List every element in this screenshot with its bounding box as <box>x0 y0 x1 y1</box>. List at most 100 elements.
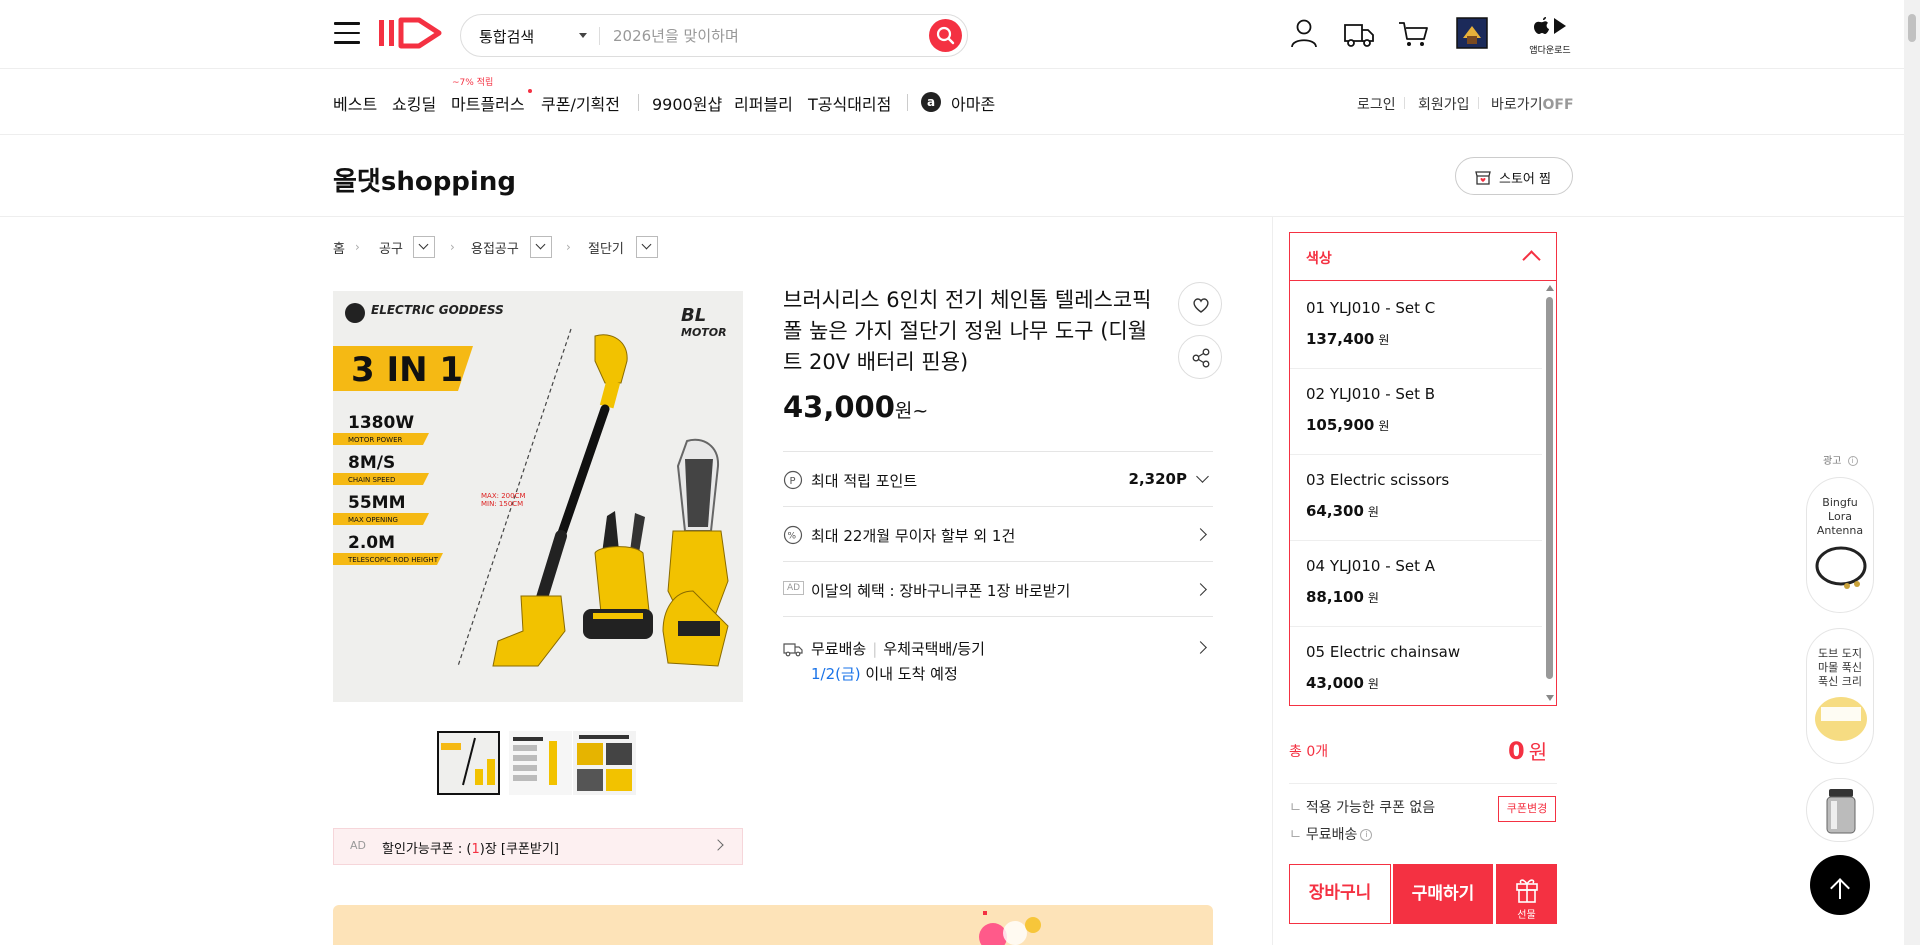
divider <box>1404 97 1405 109</box>
search-button[interactable] <box>929 19 962 52</box>
thumbnail-3[interactable] <box>573 731 636 795</box>
login-link[interactable]: 로그인 <box>1357 94 1396 114</box>
breadcrumb-tools[interactable]: 공구 <box>379 238 403 257</box>
search-input[interactable] <box>613 23 913 49</box>
nav-t-official[interactable]: T공식대리점 <box>808 91 891 115</box>
option-selector: 색상 01 YLJ010 - Set C 137,400 원 02 YLJ010 … <box>1289 232 1557 706</box>
option-scrollbar[interactable] <box>1546 285 1554 701</box>
benefit-row[interactable]: AD 이달의 혜택 : 장바구니쿠폰 1장 바로받기 <box>783 561 1213 616</box>
option-item[interactable]: 01 YLJ010 - Set C 137,400 원 <box>1290 283 1542 369</box>
share-button[interactable] <box>1178 335 1222 379</box>
signup-link[interactable]: 회원가입 <box>1418 94 1470 114</box>
spec-label: TELESCOPIC ROD HEIGHT <box>347 556 439 564</box>
app-download-button[interactable]: 앱다운로드 <box>1526 16 1574 56</box>
thumbnail-image <box>509 731 572 795</box>
option-name: 01 YLJ010 - Set C <box>1306 299 1436 317</box>
info-icon[interactable]: i <box>1847 456 1858 466</box>
shortcut-toggle[interactable]: 바로가기OFF <box>1491 94 1574 114</box>
search-category-select[interactable]: 통합검색 <box>479 26 534 47</box>
coupon-status: ㄴ 적용 가능한 쿠폰 없음 <box>1289 800 1436 816</box>
nav-shocking-deal[interactable]: 쇼킹딜 <box>392 91 436 115</box>
thumbnail-1[interactable] <box>437 731 500 795</box>
cart-icon[interactable] <box>1397 16 1431 50</box>
price-unit: 원~ <box>894 400 929 422</box>
points-row[interactable]: P 최대 적립 포인트 2,320P <box>783 451 1213 506</box>
nav-best[interactable]: 베스트 <box>333 91 377 115</box>
product-price: 43,000원~ <box>783 390 928 424</box>
menu-icon[interactable] <box>334 22 360 44</box>
brand-text: ELECTRIC GODDESS <box>371 303 504 317</box>
option-item[interactable]: 05 Electric chainsaw 43,000 원 <box>1290 627 1542 713</box>
option-item[interactable]: 03 Electric scissors 64,300 원 <box>1290 455 1542 541</box>
thumbnail-2[interactable] <box>509 731 572 795</box>
scrollbar-thumb[interactable] <box>1546 297 1553 679</box>
buy-now-button[interactable]: 구매하기 <box>1393 864 1493 924</box>
scroll-to-top-button[interactable] <box>1810 855 1870 915</box>
ad-badge: AD <box>783 581 805 595</box>
ad-product-image <box>1815 697 1867 741</box>
ad-card-title: 도브 도지 마몰 푹신 푹신 크리 <box>1818 647 1862 688</box>
option-price: 64,300 원 <box>1306 502 1379 520</box>
store-favorite-button[interactable]: 스토어 찜 <box>1455 157 1573 195</box>
ad-card-pot[interactable] <box>1806 778 1874 842</box>
scroll-down-arrow-icon[interactable] <box>1546 695 1554 701</box>
wishlist-button[interactable] <box>1178 282 1222 326</box>
ad-card-dove[interactable]: 도브 도지 마몰 푹신 푹신 크리 <box>1806 628 1874 764</box>
store-name[interactable]: 올댓shopping <box>333 161 516 198</box>
delivery-truck-icon[interactable] <box>1342 16 1376 50</box>
free-shipping-text: 무료배송 <box>1305 827 1358 843</box>
share-icon <box>1192 348 1210 368</box>
breadcrumb-dropdown[interactable] <box>413 236 435 258</box>
chevron-down-icon <box>579 33 587 38</box>
promo-banner[interactable] <box>333 905 1213 945</box>
nav-9900-shop[interactable]: 9900원샵 <box>652 91 722 115</box>
divider <box>599 27 600 45</box>
option-header[interactable]: 색상 <box>1290 233 1556 281</box>
chevron-right-icon <box>712 839 724 851</box>
add-to-cart-button[interactable]: 장바구니 <box>1289 864 1391 924</box>
divider <box>1478 97 1479 109</box>
shortcut-label: 바로가기 <box>1491 97 1543 113</box>
user-icon[interactable] <box>1287 16 1321 50</box>
spec-value: 55MM <box>348 493 406 513</box>
nav-mart-plus[interactable]: 마트플러스 <box>451 91 525 115</box>
breadcrumb-welding[interactable]: 용접공구 <box>471 238 519 257</box>
option-item[interactable]: 02 YLJ010 - Set B 105,900 원 <box>1290 369 1542 455</box>
nav-coupon[interactable]: 쿠폰/기획전 <box>541 91 620 115</box>
ad-card-antenna[interactable]: Bingfu Lora Antenna <box>1806 477 1874 613</box>
coupon-count: 1 <box>471 842 480 857</box>
store-fav-label: 스토어 찜 <box>1499 172 1551 187</box>
option-list: 01 YLJ010 - Set C 137,400 원 02 YLJ010 - S… <box>1290 283 1542 713</box>
app-download-label: 앱다운로드 <box>1529 46 1571 56</box>
nav-refurbly[interactable]: 리퍼블리 <box>734 91 793 115</box>
percent-icon: % <box>783 525 803 545</box>
coupon-change-button[interactable]: 쿠폰변경 <box>1498 796 1556 822</box>
breadcrumb-dropdown[interactable] <box>636 236 658 258</box>
option-item[interactable]: 04 YLJ010 - Set A 88,100 원 <box>1290 541 1542 627</box>
breadcrumb-home[interactable]: 홈 <box>333 238 345 257</box>
breadcrumb-dropdown[interactable] <box>530 236 552 258</box>
option-name: 04 YLJ010 - Set A <box>1306 557 1436 575</box>
point-icon: P <box>783 470 803 490</box>
total-price-unit: 원 <box>1528 740 1548 764</box>
breadcrumb-cutter[interactable]: 절단기 <box>588 238 624 257</box>
option-price-value: 64,300 <box>1306 502 1364 520</box>
coupon-suffix: )장 [쿠폰받기] <box>479 842 559 857</box>
coupon-download-bar[interactable]: AD 할인가능쿠폰 : (1)장 [쿠폰받기] <box>333 828 743 865</box>
gift-button[interactable]: 선물 <box>1496 864 1557 924</box>
11st-logo[interactable] <box>377 14 447 54</box>
installment-row[interactable]: % 최대 22개월 무이자 할부 외 1건 <box>783 506 1213 561</box>
shipping-row[interactable]: 무료배송 | 우체국택배/등기 1/2(금) 이내 도착 예정 <box>783 616 1213 694</box>
nav-amazon[interactable]: 아마존 <box>951 91 995 115</box>
svg-text:%: % <box>788 532 797 542</box>
ad-badge: AD <box>350 839 366 852</box>
recent-product-thumbnail[interactable] <box>1455 16 1489 50</box>
info-icon[interactable]: i <box>1360 829 1373 841</box>
product-main-image[interactable]: ELECTRIC GODDESS BL MOTOR 3 IN 1 1380W M… <box>333 291 743 702</box>
option-price-value: 105,900 <box>1306 416 1375 434</box>
scrollbar-thumb[interactable] <box>1908 14 1916 42</box>
page-scrollbar[interactable] <box>1904 0 1920 945</box>
scroll-up-arrow-icon[interactable] <box>1546 285 1554 291</box>
ad-label-text: 광고 <box>1823 456 1842 467</box>
option-price: 137,400 원 <box>1306 330 1389 348</box>
